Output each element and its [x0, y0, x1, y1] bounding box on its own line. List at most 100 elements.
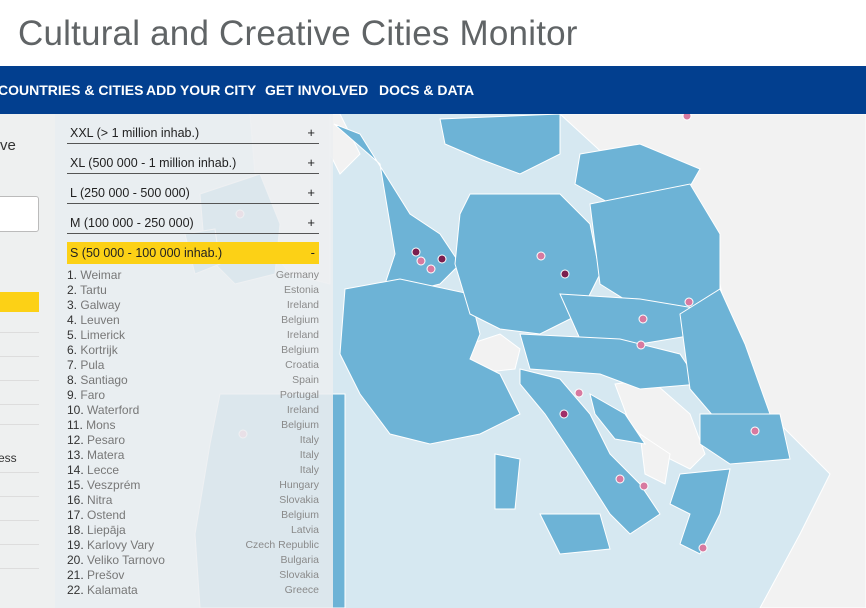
left-panel-active-item[interactable]	[0, 292, 39, 312]
city-row[interactable]: 4. Leuven Belgium	[67, 313, 319, 328]
city-row[interactable]: 15. Veszprém Hungary	[67, 478, 319, 493]
city-marker[interactable]	[684, 297, 694, 307]
city-name[interactable]: Veliko Tarnovo	[87, 553, 165, 567]
city-name[interactable]: Faro	[80, 388, 105, 402]
city-rank-name[interactable]: 7. Pula	[67, 358, 104, 372]
city-name[interactable]: Waterford	[87, 403, 139, 417]
expand-icon[interactable]: +	[307, 215, 315, 230]
city-rank-name[interactable]: 20. Veliko Tarnovo	[67, 553, 165, 567]
city-marker[interactable]	[411, 247, 421, 257]
city-name[interactable]: Weimar	[80, 268, 121, 282]
city-name[interactable]: Leuven	[80, 313, 119, 327]
category-xxl[interactable]: XXL (> 1 million inhab.) +	[67, 122, 319, 144]
city-country: Portugal	[279, 389, 319, 401]
city-marker[interactable]	[426, 264, 436, 274]
city-marker[interactable]	[639, 481, 649, 491]
nav-countries-cities[interactable]: COUNTRIES & CITIES	[0, 82, 143, 98]
city-name[interactable]: Liepāja	[87, 523, 126, 537]
collapse-icon[interactable]: -	[311, 245, 315, 260]
city-rank-name[interactable]: 11. Mons	[67, 418, 115, 432]
city-rank-name[interactable]: 6. Kortrijk	[67, 343, 118, 357]
city-rank-name[interactable]: 15. Veszprém	[67, 478, 140, 492]
city-row[interactable]: 1. Weimar Germany	[67, 268, 319, 283]
city-marker[interactable]	[574, 388, 584, 398]
city-rank-name[interactable]: 1. Weimar	[67, 268, 121, 282]
expand-icon[interactable]: +	[307, 125, 315, 140]
city-marker[interactable]	[437, 254, 447, 264]
city-row[interactable]: 8. Santiago Spain	[67, 373, 319, 388]
city-name[interactable]: Prešov	[87, 568, 124, 582]
category-l[interactable]: L (250 000 - 500 000) +	[67, 182, 319, 204]
city-name[interactable]: Ostend	[87, 508, 126, 522]
nav-add-your-city[interactable]: ADD YOUR CITY	[146, 82, 256, 98]
city-name[interactable]: Kalamata	[87, 583, 138, 597]
city-marker[interactable]	[615, 474, 625, 484]
category-xl[interactable]: XL (500 000 - 1 million inhab.) +	[67, 152, 319, 174]
city-row[interactable]: 18. Liepāja Latvia	[67, 523, 319, 538]
city-rank-name[interactable]: 10. Waterford	[67, 403, 139, 417]
city-rank-name[interactable]: 14. Lecce	[67, 463, 119, 477]
city-marker[interactable]	[559, 409, 569, 419]
city-row[interactable]: 6. Kortrijk Belgium	[67, 343, 319, 358]
city-row[interactable]: 14. Lecce Italy	[67, 463, 319, 478]
city-marker[interactable]	[698, 543, 708, 553]
city-row[interactable]: 10. Waterford Ireland	[67, 403, 319, 418]
city-marker[interactable]	[536, 251, 546, 261]
city-rank-name[interactable]: 21. Prešov	[67, 568, 124, 582]
city-marker[interactable]	[638, 314, 648, 324]
nav-get-involved[interactable]: GET INVOLVED	[265, 82, 368, 98]
city-rank-name[interactable]: 4. Leuven	[67, 313, 120, 327]
city-name[interactable]: Matera	[87, 448, 124, 462]
city-row[interactable]: 12. Pesaro Italy	[67, 433, 319, 448]
city-rank-name[interactable]: 9. Faro	[67, 388, 105, 402]
city-name[interactable]: Galway	[80, 298, 120, 312]
city-rank-name[interactable]: 8. Santiago	[67, 373, 128, 387]
city-row[interactable]: 3. Galway Ireland	[67, 298, 319, 313]
nav-docs-data[interactable]: DOCS & DATA	[379, 82, 474, 98]
poland-land	[589, 183, 721, 315]
city-row[interactable]: 2. Tartu Estonia	[67, 283, 319, 298]
city-row[interactable]: 21. Prešov Slovakia	[67, 568, 319, 583]
city-marker[interactable]	[416, 256, 426, 266]
city-row[interactable]: 7. Pula Croatia	[67, 358, 319, 373]
city-rank-name[interactable]: 2. Tartu	[67, 283, 107, 297]
city-marker[interactable]	[560, 269, 570, 279]
city-marker[interactable]	[636, 340, 646, 350]
city-name[interactable]: Pesaro	[87, 433, 125, 447]
city-name[interactable]: Lecce	[87, 463, 119, 477]
city-row[interactable]: 22. Kalamata Greece	[67, 583, 319, 598]
city-name[interactable]: Mons	[86, 418, 115, 432]
city-name[interactable]: Tartu	[80, 283, 107, 297]
category-s[interactable]: S (50 000 - 100 000 inhab.) -	[67, 242, 319, 264]
city-rank-name[interactable]: 22. Kalamata	[67, 583, 138, 597]
city-name[interactable]: Veszprém	[87, 478, 140, 492]
city-rank-name[interactable]: 12. Pesaro	[67, 433, 125, 447]
city-rank-name[interactable]: 13. Matera	[67, 448, 124, 462]
city-row[interactable]: 20. Veliko Tarnovo Bulgaria	[67, 553, 319, 568]
city-row[interactable]: 19. Karlovy Vary Czech Republic	[67, 538, 319, 553]
left-panel-search-input[interactable]	[0, 196, 39, 232]
expand-icon[interactable]: +	[307, 155, 315, 170]
city-name[interactable]: Santiago	[80, 373, 127, 387]
city-marker[interactable]	[750, 426, 760, 436]
city-row[interactable]: 13. Matera Italy	[67, 448, 319, 463]
city-row[interactable]: 17. Ostend Belgium	[67, 508, 319, 523]
city-rank-name[interactable]: 18. Liepāja	[67, 523, 126, 537]
city-rank-name[interactable]: 5. Limerick	[67, 328, 125, 342]
city-name[interactable]: Kortrijk	[80, 343, 117, 357]
city-name[interactable]: Karlovy Vary	[87, 538, 154, 552]
city-name[interactable]: Pula	[80, 358, 104, 372]
city-name[interactable]: Limerick	[80, 328, 125, 342]
expand-icon[interactable]: +	[307, 185, 315, 200]
city-rank-name[interactable]: 17. Ostend	[67, 508, 126, 522]
city-row[interactable]: 9. Faro Portugal	[67, 388, 319, 403]
city-row[interactable]: 16. Nitra Slovakia	[67, 493, 319, 508]
city-rank-name[interactable]: 3. Galway	[67, 298, 120, 312]
city-rank-name[interactable]: 19. Karlovy Vary	[67, 538, 154, 552]
city-name[interactable]: Nitra	[87, 493, 112, 507]
city-row[interactable]: 11. Mons Belgium	[67, 418, 319, 433]
city-marker[interactable]	[682, 114, 692, 121]
city-rank-name[interactable]: 16. Nitra	[67, 493, 112, 507]
category-m[interactable]: M (100 000 - 250 000) +	[67, 212, 319, 234]
city-row[interactable]: 5. Limerick Ireland	[67, 328, 319, 343]
